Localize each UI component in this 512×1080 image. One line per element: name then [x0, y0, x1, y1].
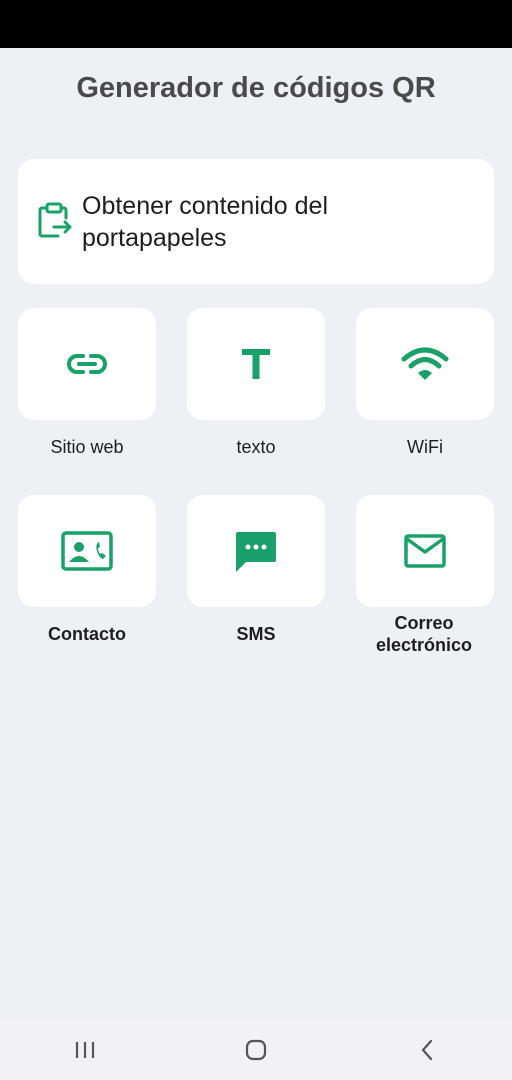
clipboard-import-label: Obtener contenido del portapapeles	[82, 191, 329, 252]
recents-icon	[76, 1042, 95, 1058]
clipboard-import-icon	[38, 202, 72, 237]
tile-text[interactable]	[187, 308, 325, 420]
wifi-icon	[401, 347, 449, 380]
tile-website[interactable]	[18, 308, 156, 420]
status-bar	[0, 0, 512, 48]
recents-button[interactable]	[55, 1030, 115, 1070]
back-icon	[421, 1039, 432, 1061]
tile-text-label: texto	[236, 437, 276, 457]
home-icon	[245, 1039, 267, 1061]
page-title: Generador de códigos QR	[76, 72, 436, 104]
tile-wifi-label: WiFi	[407, 437, 443, 457]
home-button[interactable]	[226, 1030, 286, 1070]
contact-card-icon	[61, 531, 113, 571]
tile-wifi[interactable]	[356, 308, 494, 420]
system-nav-bar	[0, 1020, 512, 1080]
tile-email[interactable]	[356, 495, 494, 607]
tile-sms-label: SMS	[236, 624, 276, 644]
tile-email-label: Correo electrónico	[375, 613, 473, 655]
tile-website-label: Sitio web	[50, 437, 124, 457]
link-icon	[67, 354, 107, 374]
tile-sms[interactable]	[187, 495, 325, 607]
text-icon	[242, 349, 270, 379]
mail-icon	[404, 534, 446, 568]
tile-contact[interactable]	[18, 495, 156, 607]
tile-contact-label: Contacto	[48, 624, 126, 644]
back-button[interactable]	[397, 1030, 457, 1070]
sms-icon	[236, 532, 276, 572]
clipboard-import-button[interactable]: Obtener contenido del portapapeles	[18, 159, 494, 284]
